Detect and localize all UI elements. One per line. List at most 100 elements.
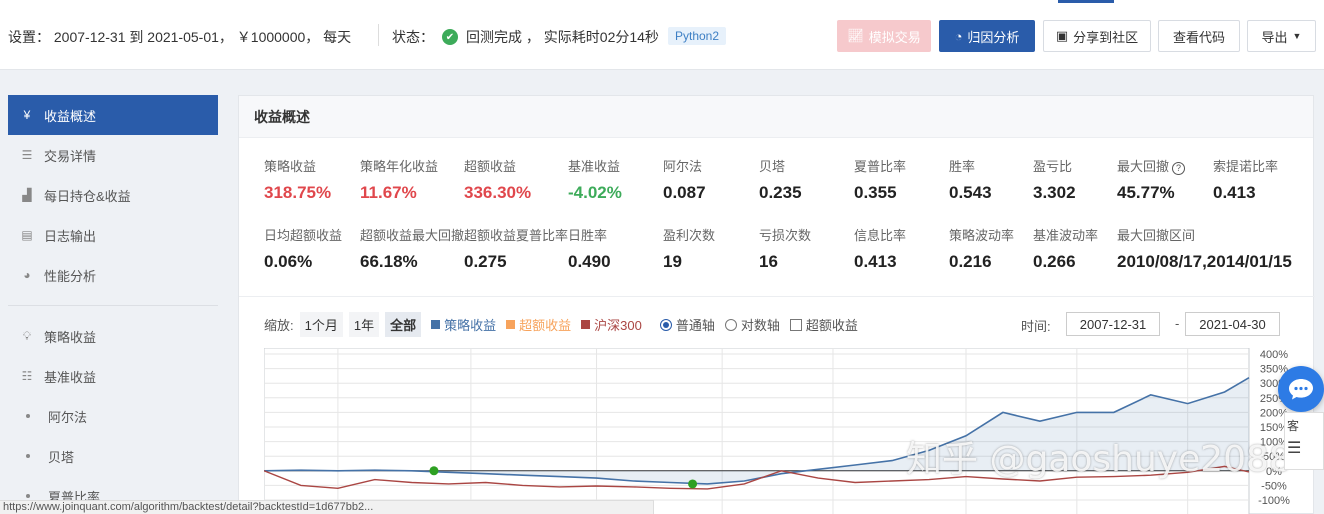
y-tick-label: -50% <box>1261 480 1287 492</box>
metric-label: 最大回撤 <box>1117 159 1170 174</box>
sidebar-item-log-output[interactable]: ▤ 日志输出 <box>8 215 218 255</box>
export-dropdown-button[interactable]: 导出 ▼ <box>1247 20 1316 52</box>
metric-label: 盈亏比 <box>1033 159 1073 174</box>
legend-swatch <box>506 320 516 329</box>
metric-value: 2010/08/17,2014/01/15 <box>1117 252 1292 271</box>
attribution-analysis-button[interactable]: ◔ 归因分析 <box>939 20 1035 52</box>
bar-chart-icon: ▟ <box>22 188 32 202</box>
export-label: 导出 <box>1261 29 1288 45</box>
metric-value: 11.67% <box>360 183 417 202</box>
view-code-button[interactable]: 查看代码 <box>1158 20 1240 52</box>
metric-value: 16 <box>759 252 778 271</box>
start-date-input[interactable]: 2007-12-31 <box>1066 312 1160 336</box>
attribution-analysis-label: 归因分析 <box>967 29 1020 45</box>
question-circle-icon[interactable]: ? <box>1172 162 1186 175</box>
bullet-dot <box>26 454 30 458</box>
trade-marker <box>688 479 698 489</box>
legend-strategy-returns[interactable]: 策略收益 <box>431 315 496 334</box>
metric-label: 阿尔法 <box>663 159 703 174</box>
metric-max-drawdown: 最大回撤? 45.77% <box>1117 156 1213 225</box>
sidebar-subitem-alpha[interactable]: 阿尔法 <box>8 396 218 436</box>
metric-label: 超额收益 <box>464 159 517 174</box>
metrics-grid: 策略收益 318.75% 策略年化收益 11.67% 超额收益 336.30% … <box>264 156 1324 294</box>
python-version-badge: Python2 <box>668 27 727 45</box>
legend-hs300[interactable]: 沪深300 <box>581 315 642 334</box>
metric-label: 基准波动率 <box>1033 228 1099 243</box>
sidebar-subitem-label: 贝塔 <box>48 449 75 465</box>
metric-value: 0.490 <box>568 252 611 271</box>
metric-excess-max-drawdown: 超额收益最大回撤 66.18% <box>360 225 464 294</box>
end-date-input[interactable]: 2021-04-30 <box>1185 312 1280 336</box>
axis-normal-radio[interactable]: 普通轴 <box>659 315 715 334</box>
radio-label: 对数轴 <box>740 318 780 333</box>
zoom-1year-button[interactable]: 1年 <box>348 312 380 337</box>
sidebar-item-performance-analysis[interactable]: ◕ 性能分析 <box>8 255 218 295</box>
metric-loss-count: 亏损次数 16 <box>759 225 854 294</box>
checkbox-label: 超额收益 <box>805 318 858 333</box>
metric-label: 贝塔 <box>759 159 786 174</box>
sidebar-item-trade-details[interactable]: ☰ 交易详情 <box>8 135 218 175</box>
date-range-dash: - <box>1175 316 1180 331</box>
radio-label: 普通轴 <box>675 318 715 333</box>
excess-returns-checkbox[interactable]: 超额收益 <box>789 315 858 334</box>
yen-icon: ¥ <box>23 108 31 122</box>
metric-value: -4.02% <box>568 183 622 202</box>
metric-value: 3.302 <box>1033 183 1076 202</box>
metric-value: 0.413 <box>1213 183 1256 202</box>
floating-side-panel[interactable]: 客 ☰ <box>1284 412 1324 470</box>
chat-bubble-icon <box>1289 379 1313 400</box>
panel-divider <box>239 296 1315 297</box>
metrics-row-2: 日均超额收益 0.06% 超额收益最大回撤 66.18% 超额收益夏普比率 0.… <box>264 225 1324 294</box>
metric-value: 0.355 <box>854 183 897 202</box>
browser-status-url: https://www.joinquant.com/algorithm/back… <box>0 500 654 514</box>
metric-label: 策略年化收益 <box>360 159 439 174</box>
simulate-trading-button[interactable]: 📈︎ 模拟交易 <box>837 20 931 52</box>
share-to-community-button[interactable]: ▣ 分享到社区 <box>1043 20 1151 52</box>
metric-label: 日均超额收益 <box>264 228 343 243</box>
pie-icon: ◕ <box>23 268 31 282</box>
metric-beta: 贝塔 0.235 <box>759 156 854 225</box>
metric-win-count: 盈利次数 19 <box>663 225 759 294</box>
metric-value: 19 <box>663 252 682 271</box>
legend-label: 超额收益 <box>519 318 572 333</box>
sidebar-item-returns-overview[interactable]: ¥ 收益概述 <box>8 95 218 135</box>
metric-value: 318.75% <box>264 183 332 202</box>
metric-sharpe: 夏普比率 0.355 <box>854 156 949 225</box>
zoom-1month-button[interactable]: 1个月 <box>299 312 343 337</box>
metric-benchmark-volatility: 基准波动率 0.266 <box>1033 225 1117 294</box>
sidebar-item-benchmark-returns[interactable]: ☷ 基准收益 <box>8 356 218 396</box>
metric-label: 超额收益夏普比率 <box>464 228 569 243</box>
legend-excess-returns[interactable]: 超额收益 <box>506 315 571 334</box>
backtest-settings-text: 设置： 2007-12-31 到 2021-05-01， ￥1000000， 每… <box>8 29 352 45</box>
checkbox-icon <box>789 318 802 331</box>
zoom-all-button[interactable]: 全部 <box>385 312 422 337</box>
metric-excess-sharpe: 超额收益夏普比率 0.275 <box>464 225 568 294</box>
sidebar-subitem-beta[interactable]: 贝塔 <box>8 436 218 476</box>
metric-information-ratio: 信息比率 0.413 <box>854 225 949 294</box>
status-area: 状态： ✔ 回测完成 ， 实际耗时02分14秒 <box>392 27 659 47</box>
chart-line-icon: 📈︎ <box>847 28 864 43</box>
metric-label: 盈利次数 <box>663 228 716 243</box>
watermark-text: 知乎 @gaoshuye2088 <box>906 439 1292 480</box>
metric-label: 胜率 <box>949 159 976 174</box>
sidebar-item-strategy-returns[interactable]: 💡︎ 策略收益 <box>8 316 218 356</box>
y-tick-label: 400% <box>1260 349 1288 361</box>
sidebar-item-label: 日志输出 <box>44 228 97 244</box>
caret-down-icon: ▼ <box>1292 31 1302 41</box>
sidebar-item-label: 策略收益 <box>44 329 97 345</box>
bullet-dot <box>26 414 30 418</box>
sidebar-item-daily-positions[interactable]: ▟ 每日持仓&收益 <box>8 175 218 215</box>
metric-value: 45.77% <box>1117 183 1175 202</box>
sidebar-item-label: 基准收益 <box>44 369 97 385</box>
metric-label: 夏普比率 <box>854 159 907 174</box>
metric-label: 索提诺比率 <box>1213 159 1279 174</box>
chat-bubble-button[interactable] <box>1278 366 1324 412</box>
metric-label: 策略波动率 <box>949 228 1015 243</box>
axis-log-radio[interactable]: 对数轴 <box>724 315 780 334</box>
metric-strategy-return: 策略收益 318.75% <box>264 156 360 225</box>
metric-alpha: 阿尔法 0.087 <box>663 156 759 225</box>
metric-label: 策略收益 <box>264 159 317 174</box>
metric-value: 66.18% <box>360 252 418 271</box>
metric-label-with-help: 最大回撤? <box>1117 156 1213 175</box>
calendar-icon: ▤ <box>21 228 33 242</box>
